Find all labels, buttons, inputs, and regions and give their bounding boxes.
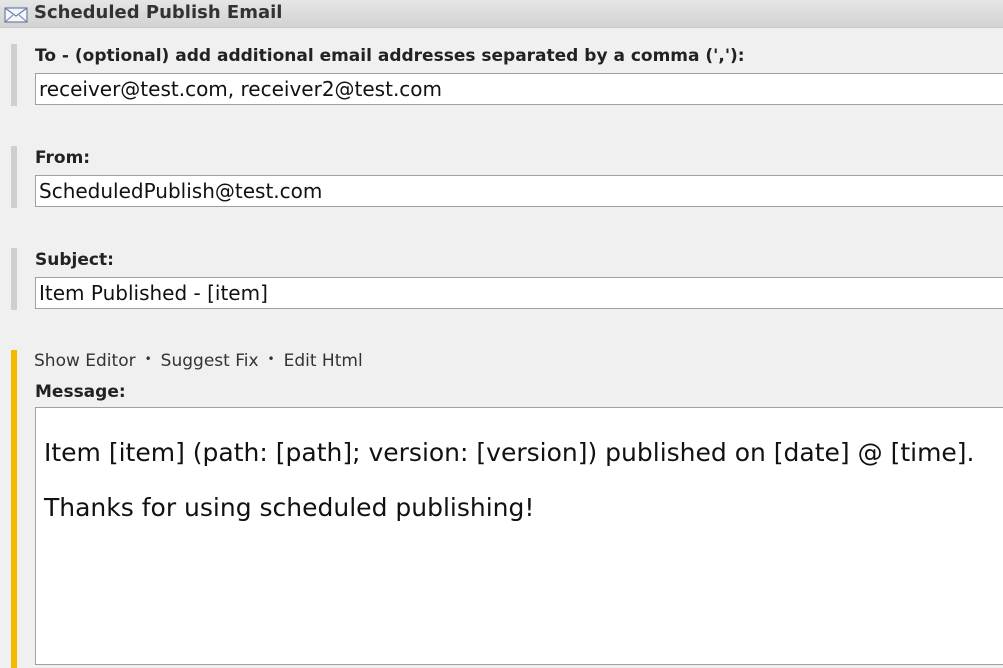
message-line: Item [item] (path: [path]; version: [ver…: [44, 438, 975, 467]
separator: •: [144, 352, 152, 366]
subject-label: Subject:: [35, 250, 114, 270]
from-label: From:: [35, 148, 91, 168]
message-label-row: Message:: [0, 382, 1003, 406]
editor-links: Show Editor • Suggest Fix • Edit Html: [34, 351, 363, 371]
subject-field: Subject: Item Published - [item]: [0, 248, 1003, 312]
show-editor-link[interactable]: Show Editor: [34, 351, 136, 371]
message-label: Message:: [35, 382, 126, 402]
to-label: To - (optional) add additional email add…: [35, 46, 745, 66]
to-field: To - (optional) add additional email add…: [0, 44, 1003, 108]
message-line: Thanks for using scheduled publishing!: [44, 493, 535, 522]
field-marker: [11, 44, 17, 106]
section-title: Scheduled Publish Email: [34, 2, 283, 23]
subject-input[interactable]: Item Published - [item]: [35, 277, 1003, 309]
field-marker: [11, 146, 17, 208]
from-input[interactable]: ScheduledPublish@test.com: [35, 175, 1003, 207]
suggest-fix-link[interactable]: Suggest Fix: [161, 351, 259, 371]
separator: •: [267, 352, 275, 366]
from-field: From: ScheduledPublish@test.com: [0, 146, 1003, 210]
field-marker: [11, 248, 17, 310]
message-editor[interactable]: Item [item] (path: [path]; version: [ver…: [35, 407, 1003, 665]
edit-html-link[interactable]: Edit Html: [284, 351, 363, 371]
scheduled-publish-email-panel: Scheduled Publish Email To - (optional) …: [0, 0, 1003, 668]
mail-icon: [4, 5, 30, 23]
section-header[interactable]: Scheduled Publish Email: [0, 0, 1003, 28]
to-input[interactable]: receiver@test.com, receiver2@test.com: [35, 73, 1003, 105]
